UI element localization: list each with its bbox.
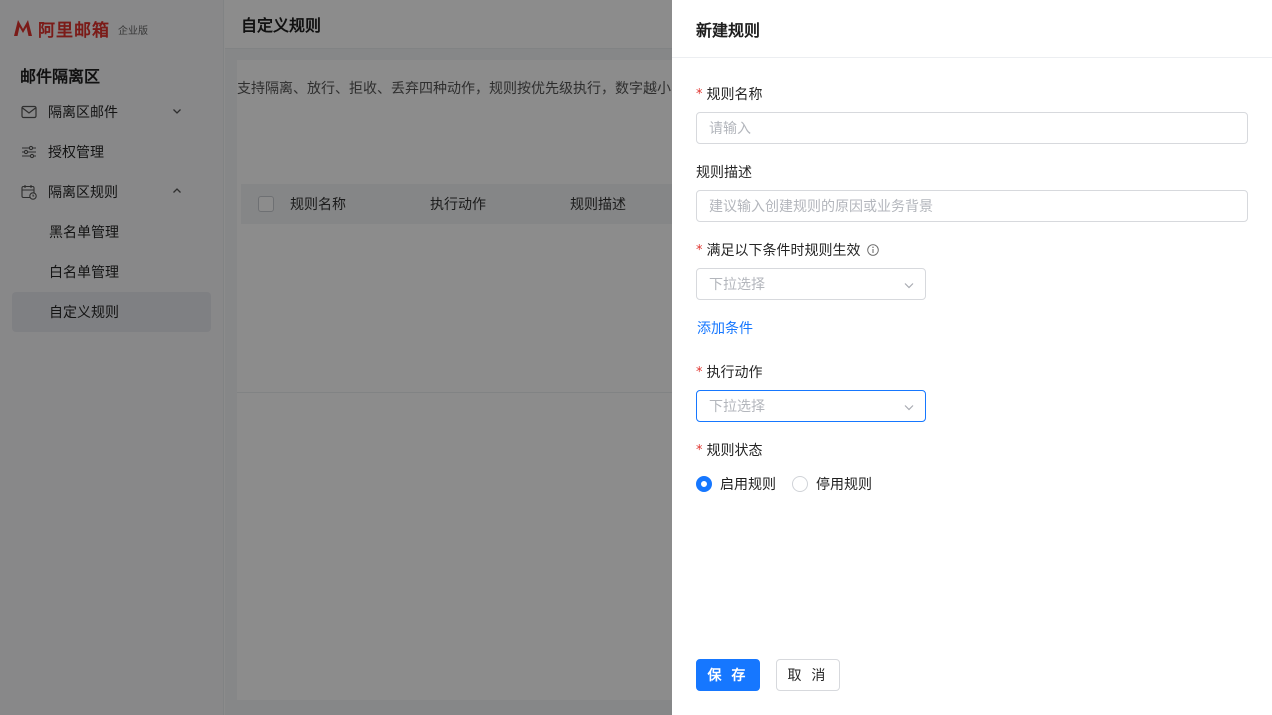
rule-desc-input[interactable]: 建议输入创建规则的原因或业务背景 (696, 190, 1248, 222)
required-mark: * (696, 364, 703, 380)
radio-disable[interactable]: 停用规则 (792, 474, 872, 494)
rule-desc-label: 规则描述 (696, 162, 752, 182)
new-rule-drawer: 新建规则 * 规则名称 请输入 规则描述 建议输入创建规则的原因或业务背景 * … (672, 0, 1272, 715)
radio-enable[interactable]: 启用规则 (696, 474, 776, 494)
rule-desc-placeholder: 建议输入创建规则的原因或业务背景 (709, 199, 933, 215)
action-select[interactable]: 下拉选择 (696, 390, 926, 422)
action-label: * 执行动作 (696, 362, 763, 382)
drawer-footer: 保 存 取 消 (696, 659, 840, 691)
drawer-title: 新建规则 (672, 0, 1272, 58)
condition-label: * 满足以下条件时规则生效 (696, 240, 879, 260)
status-radio-group: 启用规则 停用规则 (696, 474, 888, 494)
status-label: * 规则状态 (696, 440, 763, 460)
modal-overlay[interactable] (0, 0, 672, 715)
action-label-text: 执行动作 (706, 365, 763, 381)
save-button[interactable]: 保 存 (696, 659, 760, 691)
info-icon[interactable] (866, 244, 879, 256)
radio-disable-circle[interactable] (792, 476, 808, 492)
chevron-down-icon (904, 283, 914, 289)
required-mark: * (696, 242, 703, 258)
rule-name-label: * 规则名称 (696, 84, 763, 104)
rule-name-label-text: 规则名称 (706, 87, 763, 103)
status-label-text: 规则状态 (706, 443, 763, 459)
radio-enable-label: 启用规则 (720, 477, 776, 493)
radio-enable-circle[interactable] (696, 476, 712, 492)
rule-name-input[interactable]: 请输入 (696, 112, 1248, 144)
rule-desc-label-text: 规则描述 (696, 165, 752, 181)
required-mark: * (696, 86, 703, 102)
action-placeholder: 下拉选择 (709, 399, 765, 415)
radio-disable-label: 停用规则 (816, 477, 872, 493)
required-mark: * (696, 442, 703, 458)
condition-placeholder: 下拉选择 (709, 277, 765, 293)
chevron-down-icon (904, 405, 914, 411)
condition-select[interactable]: 下拉选择 (696, 268, 926, 300)
condition-label-text: 满足以下条件时规则生效 (706, 243, 861, 259)
add-condition-link[interactable]: 添加条件 (697, 318, 753, 338)
cancel-button[interactable]: 取 消 (776, 659, 840, 691)
rule-name-placeholder: 请输入 (709, 121, 751, 137)
